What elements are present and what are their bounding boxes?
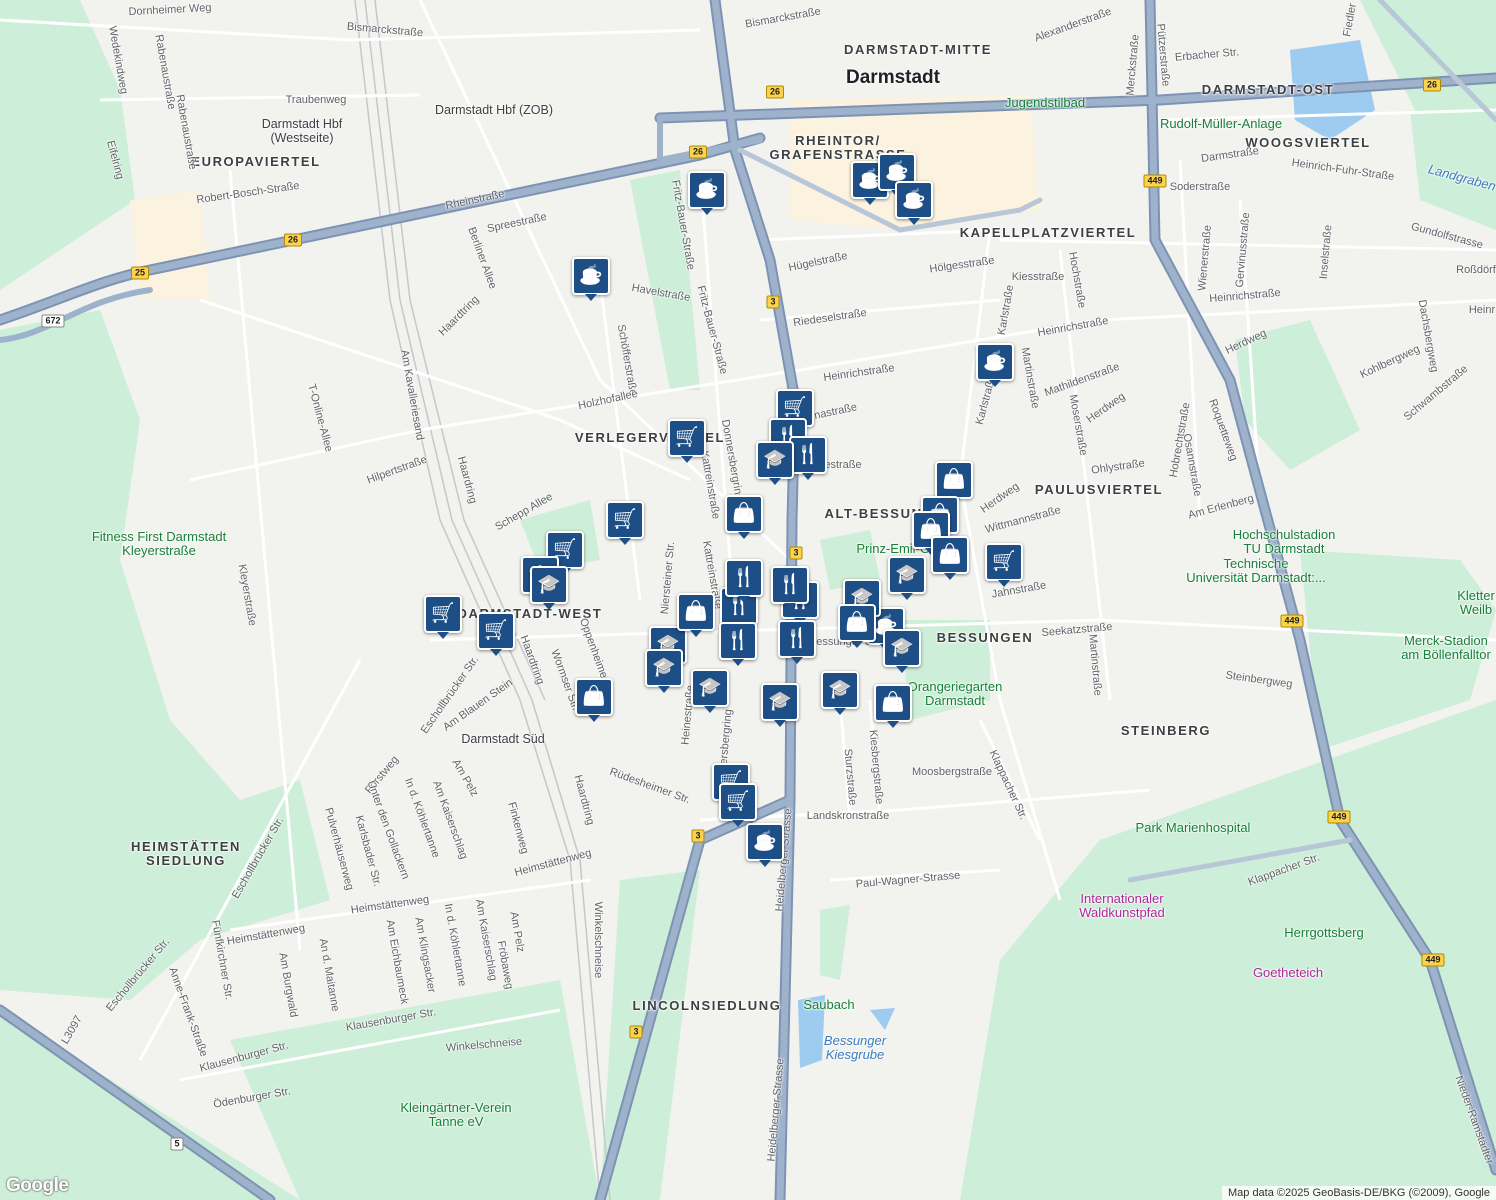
restaurant-icon: 🍴 [796,444,820,465]
shopping-cart-icon: 🛒 [992,551,1016,572]
shopping-cart-icon: 🛒 [726,791,750,812]
school-icon: 🎓 [768,691,792,712]
shopping-cart-icon: 🛒 [783,397,807,418]
restaurant-icon: 🍴 [732,567,756,588]
school-marker[interactable]: 🎓 [530,566,568,604]
route-shield-26: 26 [689,146,707,159]
cafe-icon: ☕ [753,831,777,852]
school-marker[interactable]: 🎓 [883,629,921,667]
shopping-bag-icon: 👜 [684,601,708,622]
route-shield-3: 3 [629,1026,642,1039]
shopping-bag-marker[interactable]: 👜 [838,604,876,642]
shopping-bag-icon: 👜 [938,544,962,565]
school-icon: 🎓 [828,679,852,700]
shopping-cart-marker[interactable]: 🛒 [477,612,515,650]
restaurant-icon: 🍴 [778,574,802,595]
shopping-cart-marker[interactable]: 🛒 [424,595,462,633]
shopping-cart-icon: 🛒 [431,603,455,624]
school-marker[interactable]: 🎓 [821,671,859,709]
restaurant-icon: 🍴 [785,628,809,649]
route-shield-449: 449 [1280,615,1303,628]
cafe-icon: ☕ [885,161,909,182]
route-shield-25: 25 [131,267,149,280]
cafe-marker[interactable]: ☕ [688,171,726,209]
route-shield-449: 449 [1327,811,1350,824]
shopping-cart-icon: 🛒 [613,509,637,530]
route-shield-449: 449 [1421,954,1444,967]
shopping-cart-marker[interactable]: 🛒 [606,501,644,539]
shopping-bag-marker[interactable]: 👜 [725,495,763,533]
school-icon: 🎓 [763,449,787,470]
route-shield-26: 26 [284,234,302,247]
cafe-icon: ☕ [695,179,719,200]
route-shield-3: 3 [789,547,802,560]
shopping-bag-icon: 👜 [942,469,966,490]
shopping-bag-marker[interactable]: 👜 [931,536,969,574]
map-attribution[interactable]: Map data ©2025 GeoBasis-DE/BKG (©2009), … [1222,1186,1496,1200]
shopping-bag-icon: 👜 [881,692,905,713]
restaurant-marker[interactable]: 🍴 [789,436,827,474]
route-shield-3: 3 [766,296,779,309]
cafe-marker[interactable]: ☕ [976,343,1014,381]
shopping-bag-icon: 👜 [582,686,606,707]
restaurant-marker[interactable]: 🍴 [719,622,757,660]
shopping-bag-icon: 👜 [732,503,756,524]
cafe-icon: ☕ [579,265,603,286]
route-shield-449: 449 [1143,175,1166,188]
restaurant-marker[interactable]: 🍴 [771,566,809,604]
cafe-marker[interactable]: ☕ [746,823,784,861]
restaurant-marker[interactable]: 🍴 [725,559,763,597]
shopping-bag-marker[interactable]: 👜 [935,461,973,499]
cafe-icon: ☕ [983,351,1007,372]
school-marker[interactable]: 🎓 [888,556,926,594]
shopping-cart-marker[interactable]: 🛒 [985,543,1023,581]
shopping-bag-marker[interactable]: 👜 [575,678,613,716]
school-icon: 🎓 [698,677,722,698]
cafe-icon: ☕ [902,189,926,210]
route-shield-5: 5 [170,1138,183,1151]
google-logo: Google [6,1175,68,1197]
shopping-bag-marker[interactable]: 👜 [874,684,912,722]
school-icon: 🎓 [890,637,914,658]
school-marker[interactable]: 🎓 [645,649,683,687]
restaurant-marker[interactable]: 🍴 [778,620,816,658]
route-shield-26: 26 [766,86,784,99]
school-marker[interactable]: 🎓 [756,441,794,479]
school-icon: 🎓 [652,657,676,678]
shopping-cart-marker[interactable]: 🛒 [719,783,757,821]
school-icon: 🎓 [537,574,561,595]
shopping-bag-icon: 👜 [845,612,869,633]
school-icon: 🎓 [895,564,919,585]
shopping-cart-icon: 🛒 [675,427,699,448]
restaurant-icon: 🍴 [726,630,750,651]
cafe-marker[interactable]: ☕ [572,257,610,295]
school-marker[interactable]: 🎓 [691,669,729,707]
school-marker[interactable]: 🎓 [761,683,799,721]
shopping-bag-marker[interactable]: 👜 [677,593,715,631]
route-shield-3: 3 [691,830,704,843]
shopping-cart-marker[interactable]: 🛒 [668,419,706,457]
route-shield-26: 26 [1423,79,1441,92]
shopping-cart-icon: 🛒 [484,620,508,641]
route-shield-672: 672 [41,315,64,328]
cafe-marker[interactable]: ☕ [895,181,933,219]
